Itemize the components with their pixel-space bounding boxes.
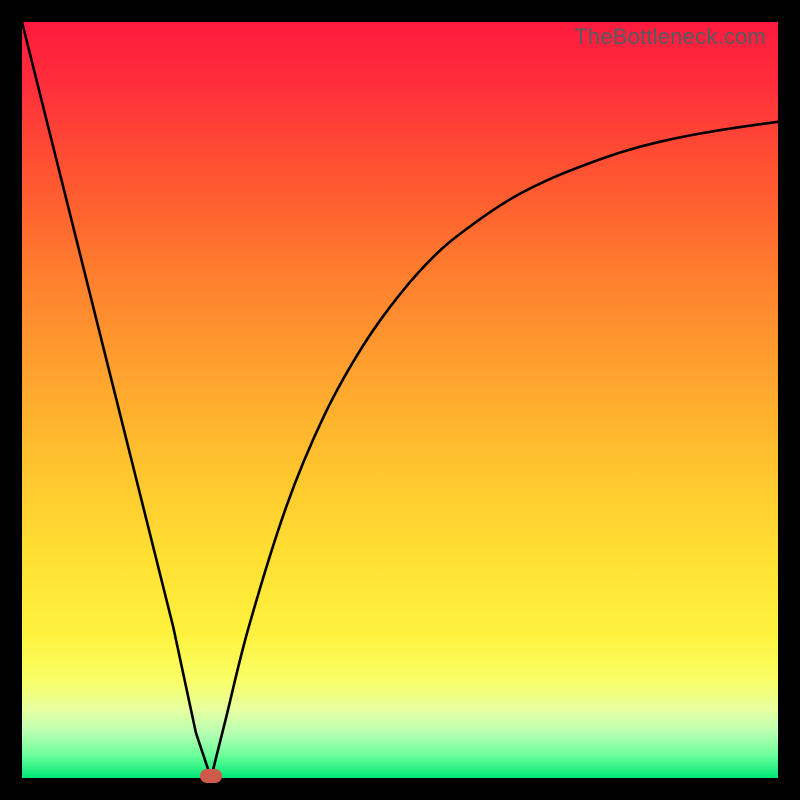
bottleneck-curve xyxy=(22,22,778,778)
plot-area: TheBottleneck.com xyxy=(22,22,778,778)
optimum-marker xyxy=(200,769,222,783)
chart-frame: TheBottleneck.com xyxy=(0,0,800,800)
curve-path xyxy=(22,22,778,778)
